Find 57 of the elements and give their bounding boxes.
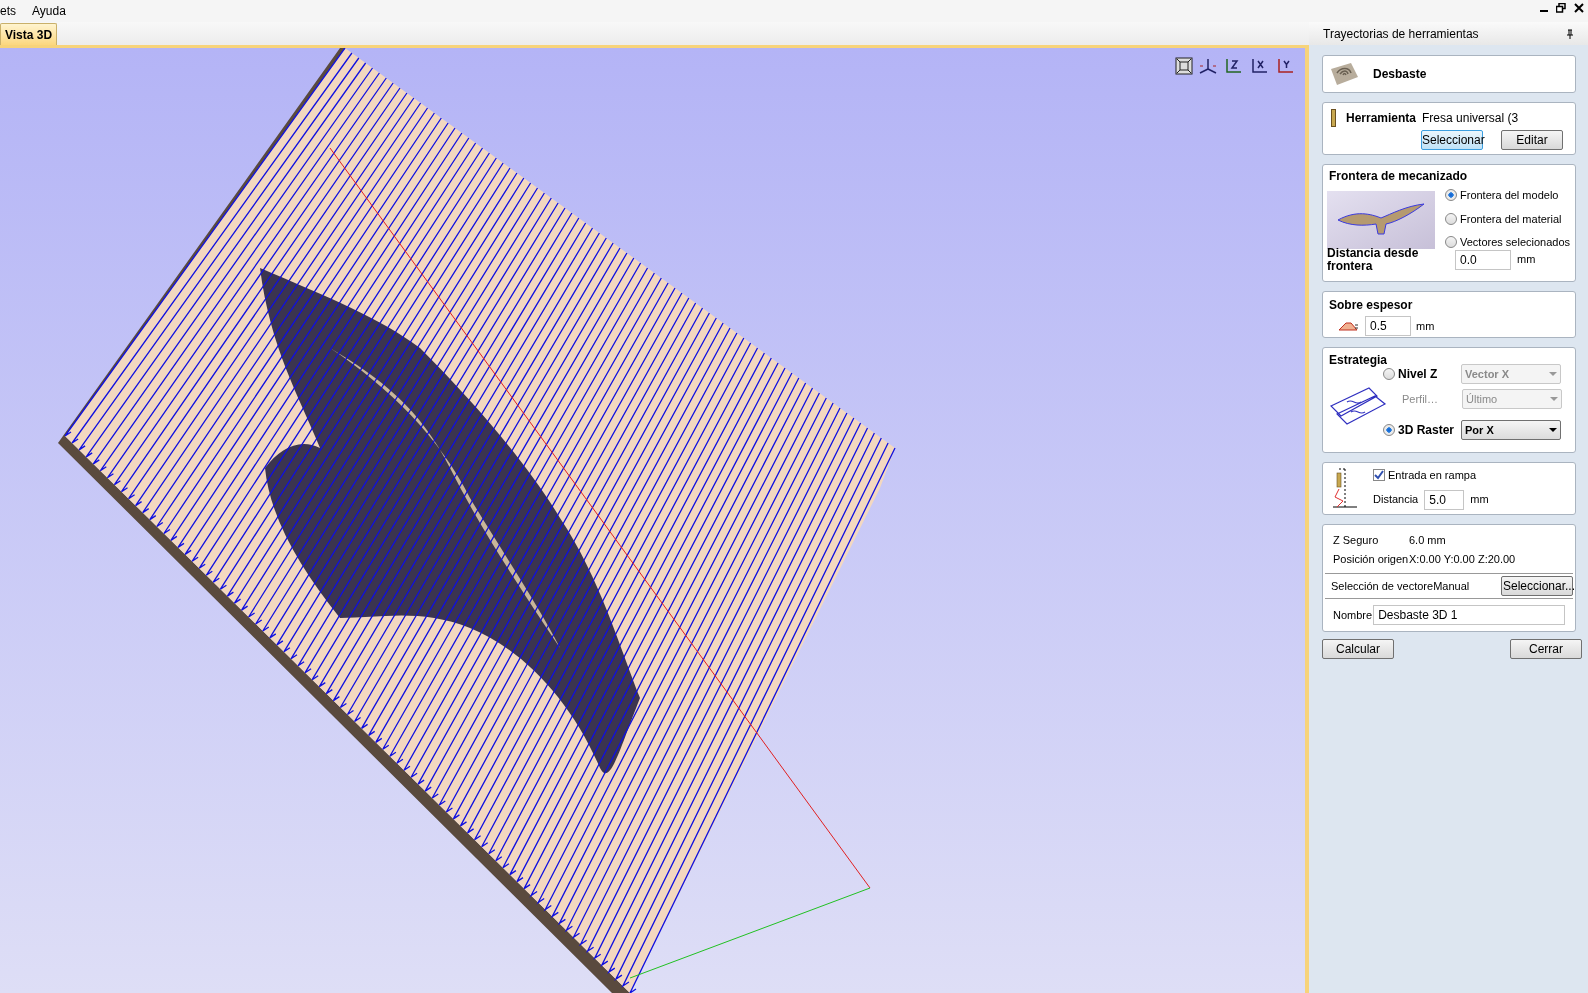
name-field[interactable]: Desbaste 3D 1: [1373, 605, 1565, 625]
menu-item[interactable]: Ayuda: [32, 2, 66, 20]
unit-label: mm: [1517, 252, 1536, 268]
iso-view-icon[interactable]: [1197, 56, 1219, 76]
caret-icon: [1550, 397, 1558, 401]
tab[interactable]: Vista 3D: [0, 23, 58, 45]
radio-button[interactable]: [1445, 236, 1457, 249]
select-vectors-button[interactable]: Seleccionar...: [1501, 576, 1573, 596]
radio-button[interactable]: [1383, 368, 1395, 380]
3d-viewport[interactable]: [0, 48, 1309, 993]
menu-item[interactable]: ets: [0, 2, 16, 20]
radio-label[interactable]: Nivel Z: [1398, 365, 1458, 383]
info-label: Z Seguro: [1333, 533, 1380, 549]
radio-label[interactable]: Frontera del material: [1460, 210, 1562, 227]
caret-icon: [1549, 372, 1557, 376]
radio-label[interactable]: Vectores selecionados: [1460, 234, 1571, 251]
checkbox-label[interactable]: Entrada en rampa: [1388, 467, 1477, 484]
radio-label[interactable]: 3D Raster: [1398, 421, 1458, 439]
tool-label: Herramienta: [1346, 110, 1417, 127]
tool-bit-icon: [1331, 109, 1336, 127]
section-title: Frontera de mecanizado: [1329, 168, 1469, 185]
radio-button[interactable]: [1383, 424, 1395, 436]
edit-tool-button[interactable]: Editar: [1501, 130, 1563, 150]
info-label: Posición origen: [1333, 552, 1409, 568]
radio-button[interactable]: [1445, 189, 1457, 202]
distance-field[interactable]: 0.0: [1455, 249, 1511, 270]
panel-title: Trayectorias de herramientas: [1323, 25, 1479, 43]
allowance-field[interactable]: 0.5: [1365, 316, 1411, 336]
close-icon[interactable]: [1574, 3, 1584, 13]
relief-tile-icon: [1329, 61, 1359, 87]
info-value: X:0.00 Y:0.00 Z:20.00: [1409, 552, 1516, 568]
calculate-button[interactable]: Calcular: [1322, 639, 1394, 659]
pin-icon[interactable]: [1566, 28, 1574, 39]
checkbox[interactable]: [1373, 469, 1385, 482]
unit-label: mm: [1416, 318, 1435, 334]
unit-label: mm: [1470, 492, 1489, 508]
field-value: Manual: [1433, 578, 1471, 594]
option-label: Perfil…: [1401, 391, 1440, 407]
field-label: Distancia desde frontera: [1327, 246, 1420, 273]
caret-icon: [1549, 428, 1557, 432]
dropdown[interactable]: Por X: [1461, 420, 1561, 440]
section-title: Estrategia: [1329, 352, 1389, 369]
restore-icon[interactable]: [1556, 3, 1566, 13]
tool-name: Fresa universal (3: [1422, 110, 1519, 127]
info-value: 6.0 mm: [1409, 533, 1446, 549]
field-label: Nombre: [1333, 607, 1373, 623]
zoom-extents-icon[interactable]: [1175, 57, 1193, 75]
close-button[interactable]: Cerrar: [1510, 639, 1582, 659]
distance-field[interactable]: 5.0: [1424, 489, 1465, 510]
field-label: Selección de vectore: [1331, 578, 1434, 594]
ramp-icon: [1331, 467, 1359, 511]
allowance-icon: [1337, 320, 1359, 332]
field-label: Distancia: [1373, 492, 1419, 508]
radio-button[interactable]: [1445, 212, 1457, 225]
toolpath-type: Desbaste: [1373, 66, 1427, 83]
radio-label[interactable]: Frontera del modelo: [1460, 187, 1559, 204]
section-title: Sobre espesor: [1329, 297, 1414, 314]
